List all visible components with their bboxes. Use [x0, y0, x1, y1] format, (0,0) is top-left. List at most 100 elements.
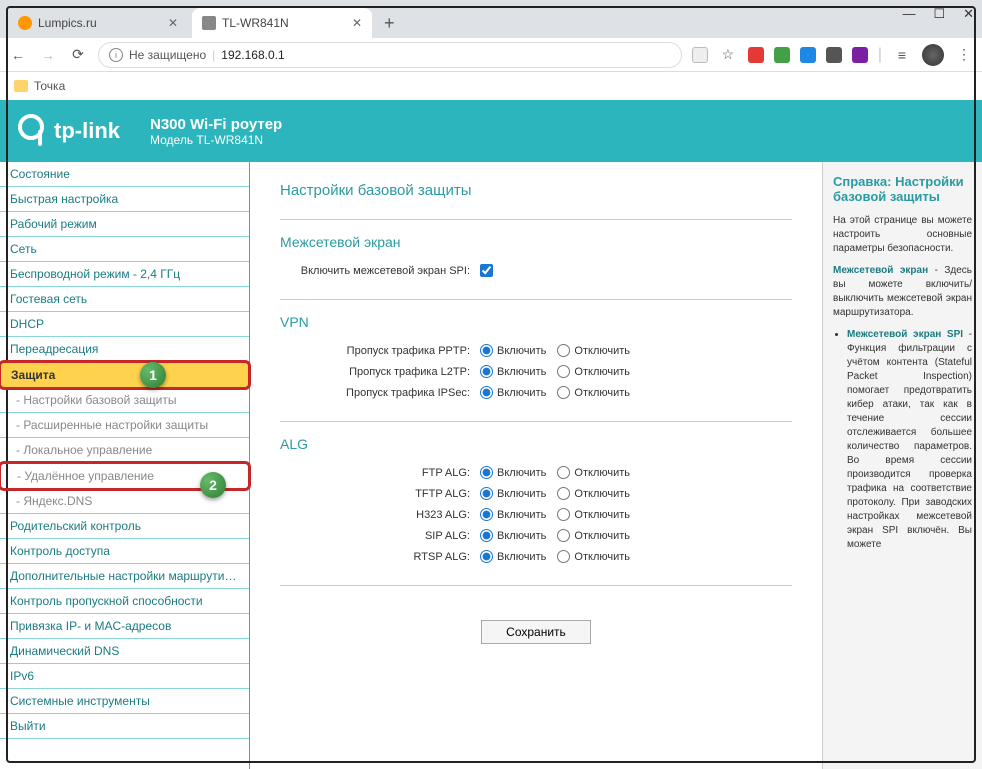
sip-enable[interactable]: [480, 529, 493, 542]
ext-icon[interactable]: [826, 47, 842, 63]
sip-alg-label: SIP ALG:: [280, 530, 480, 542]
forward-button[interactable]: →: [38, 47, 58, 63]
minimize-icon[interactable]: —: [902, 6, 915, 22]
vpn-pptp-label: Пропуск трафика PPTP:: [280, 345, 480, 357]
section-firewall: Межсетевой экран: [280, 234, 792, 250]
maximize-icon[interactable]: ☐: [933, 6, 945, 22]
tftp-alg-label: TFTP ALG:: [280, 488, 480, 500]
vpn-l2tp-label: Пропуск трафика L2TP:: [280, 366, 480, 378]
back-button[interactable]: ←: [8, 47, 28, 63]
marker-2: 2: [200, 472, 226, 498]
profile-avatar[interactable]: [922, 44, 944, 66]
ext-icon[interactable]: [748, 47, 764, 63]
spi-label: Включить межсетевой экран SPI:: [280, 265, 480, 277]
header-title: N300 Wi-Fi роутер: [150, 116, 282, 133]
bookmark-item[interactable]: Точка: [34, 79, 65, 93]
tftp-enable[interactable]: [480, 487, 493, 500]
spi-checkbox[interactable]: [480, 264, 493, 277]
close-icon[interactable]: ✕: [352, 16, 362, 30]
rtsp-alg-label: RTSP ALG:: [280, 551, 480, 563]
tab-lumpics[interactable]: Lumpics.ru ✕: [8, 8, 188, 38]
translate-icon[interactable]: [692, 47, 708, 63]
sidebar-item[interactable]: DHCP: [0, 312, 249, 337]
help-title: Справка: Настройки базовой защиты: [833, 174, 972, 204]
reading-list-icon[interactable]: ≡: [892, 47, 912, 63]
info-icon: i: [109, 48, 123, 62]
pptp-enable[interactable]: [480, 344, 493, 357]
sidebar-item[interactable]: Выйти: [0, 714, 249, 739]
vpn-ipsec-label: Пропуск трафика IPSec:: [280, 387, 480, 399]
url-text: 192.168.0.1: [221, 48, 284, 62]
section-vpn: VPN: [280, 314, 792, 330]
sidebar-item[interactable]: Состояние: [0, 162, 249, 187]
tab-router[interactable]: TL-WR841N ✕: [192, 8, 372, 38]
l2tp-disable[interactable]: [557, 365, 570, 378]
sidebar-item[interactable]: Системные инструменты: [0, 689, 249, 714]
rtsp-enable[interactable]: [480, 550, 493, 563]
sidebar-item[interactable]: Гостевая сеть: [0, 287, 249, 312]
sidebar-item[interactable]: Родительский контроль: [0, 514, 249, 539]
h323-disable[interactable]: [557, 508, 570, 521]
sidebar: Состояние Быстрая настройка Рабочий режи…: [0, 162, 250, 769]
h323-alg-label: H323 ALG:: [280, 509, 480, 521]
save-button[interactable]: Сохранить: [481, 620, 591, 644]
marker-1: 1: [140, 362, 166, 388]
browser-titlebar: Lumpics.ru ✕ TL-WR841N ✕ + — ☐ ✕: [0, 0, 982, 38]
sidebar-item[interactable]: Быстрая настройка: [0, 187, 249, 212]
sidebar-item[interactable]: Дополнительные настройки маршрутизации: [0, 564, 249, 589]
ftp-alg-label: FTP ALG:: [280, 467, 480, 479]
close-window-icon[interactable]: ✕: [963, 6, 974, 22]
section-alg: ALG: [280, 436, 792, 452]
sidebar-item[interactable]: Сеть: [0, 237, 249, 262]
security-label: Не защищено: [129, 48, 206, 62]
tab-label: Lumpics.ru: [38, 16, 97, 30]
tftp-disable[interactable]: [557, 487, 570, 500]
close-icon[interactable]: ✕: [168, 16, 178, 30]
menu-icon[interactable]: ⋮: [954, 46, 974, 63]
ftp-enable[interactable]: [480, 466, 493, 479]
tab-label: TL-WR841N: [222, 16, 289, 30]
sidebar-item[interactable]: Контроль доступа: [0, 539, 249, 564]
ipsec-disable[interactable]: [557, 386, 570, 399]
ftp-disable[interactable]: [557, 466, 570, 479]
ext-icon[interactable]: [774, 47, 790, 63]
sidebar-sub-item[interactable]: - Расширенные настройки защиты: [0, 413, 249, 438]
sidebar-sub-item[interactable]: - Настройки базовой защиты: [0, 388, 249, 413]
reload-button[interactable]: ⟳: [68, 46, 88, 63]
main-content: Настройки базовой защиты Межсетевой экра…: [250, 162, 822, 769]
sidebar-item[interactable]: Контроль пропускной способности: [0, 589, 249, 614]
sidebar-item[interactable]: IPv6: [0, 664, 249, 689]
rtsp-disable[interactable]: [557, 550, 570, 563]
h323-enable[interactable]: [480, 508, 493, 521]
folder-icon: [14, 80, 28, 92]
help-li: Межсетевой экран SPI - Функция фильтраци…: [847, 328, 972, 552]
router-header: tp-link N300 Wi-Fi роутер Модель TL-WR84…: [0, 100, 982, 162]
ipsec-enable[interactable]: [480, 386, 493, 399]
help-intro: На этой странице вы можете настроить осн…: [833, 214, 972, 256]
extensions: ☆ | ≡ ⋮: [692, 44, 974, 66]
sidebar-item[interactable]: Беспроводной режим - 2,4 ГГц: [0, 262, 249, 287]
star-icon[interactable]: ☆: [718, 46, 738, 63]
sidebar-item-security[interactable]: Защита: [0, 360, 251, 390]
page-title: Настройки базовой защиты: [280, 182, 792, 199]
help-panel: Справка: Настройки базовой защиты На это…: [822, 162, 982, 769]
favicon-icon: [202, 16, 216, 30]
new-tab-button[interactable]: +: [376, 9, 403, 38]
favicon-icon: [18, 16, 32, 30]
address-bar[interactable]: i Не защищено | 192.168.0.1: [98, 42, 682, 68]
header-model: Модель TL-WR841N: [150, 133, 282, 147]
ext-icon[interactable]: [852, 47, 868, 63]
sidebar-sub-item[interactable]: - Локальное управление: [0, 438, 249, 463]
sidebar-item[interactable]: Рабочий режим: [0, 212, 249, 237]
sip-disable[interactable]: [557, 529, 570, 542]
ext-icon[interactable]: [800, 47, 816, 63]
pptp-disable[interactable]: [557, 344, 570, 357]
browser-toolbar: ← → ⟳ i Не защищено | 192.168.0.1 ☆ | ≡ …: [0, 38, 982, 72]
tplink-logo: tp-link: [20, 116, 120, 146]
bookmarks-bar: Точка: [0, 72, 982, 100]
sidebar-item[interactable]: Динамический DNS: [0, 639, 249, 664]
sidebar-item[interactable]: Переадресация: [0, 337, 249, 362]
sidebar-item[interactable]: Привязка IP- и MAC-адресов: [0, 614, 249, 639]
help-fw: Межсетевой экран - Здесь вы можете включ…: [833, 264, 972, 320]
l2tp-enable[interactable]: [480, 365, 493, 378]
